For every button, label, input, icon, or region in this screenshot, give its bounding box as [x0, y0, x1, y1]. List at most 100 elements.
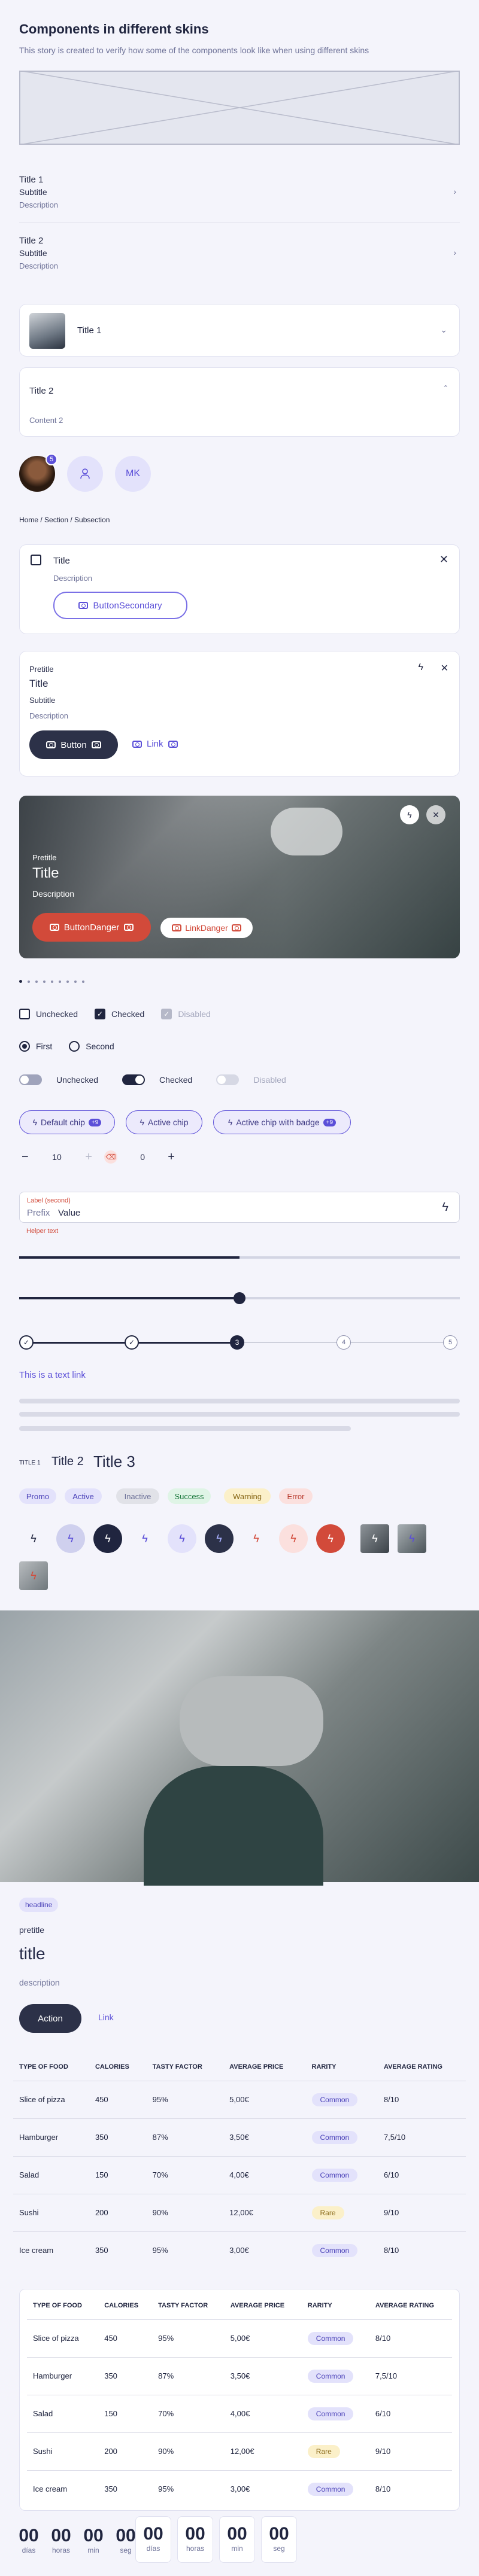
dot[interactable]: [35, 980, 38, 983]
table-cell: 3,00€: [224, 2470, 302, 2508]
card-icon: [31, 555, 41, 565]
image-placeholder: [19, 71, 460, 145]
lightning-icon[interactable]: ϟ: [442, 1201, 448, 1214]
step-complete: ✓: [125, 1335, 139, 1350]
dot[interactable]: [82, 980, 84, 983]
lightning-icon[interactable]: ϟ: [19, 1561, 48, 1590]
radio-unchecked[interactable]: [69, 1041, 80, 1052]
text-link[interactable]: This is a text link: [19, 1370, 86, 1380]
secondary-button[interactable]: ButtonSecondary: [53, 592, 187, 619]
radio-dot: [22, 1044, 27, 1049]
dot[interactable]: [59, 980, 61, 983]
table-cell: 6/10: [377, 2155, 466, 2194]
slider-thumb[interactable]: [234, 1292, 245, 1304]
switch-disabled[interactable]: [216, 1074, 240, 1085]
button-label: ButtonSecondary: [93, 600, 162, 611]
checkbox-checked[interactable]: ✓: [95, 1009, 106, 1019]
lightning-icon[interactable]: ϟ: [19, 1524, 48, 1553]
lightning-icon[interactable]: ϟ: [360, 1524, 389, 1553]
lightning-icon[interactable]: ϟ: [279, 1524, 308, 1553]
dot[interactable]: [51, 980, 53, 983]
list-row-1[interactable]: Title 1 Subtitle Description ›: [19, 175, 460, 213]
slider-track-2[interactable]: [19, 1292, 460, 1304]
plus-button[interactable]: +: [168, 1150, 175, 1164]
tag-success: Success: [168, 1488, 211, 1504]
primary-button[interactable]: Button: [29, 730, 118, 759]
slider-track-1[interactable]: [19, 1256, 460, 1259]
close-icon[interactable]: ✕: [439, 553, 448, 566]
checkbox-unchecked[interactable]: [19, 1009, 30, 1019]
table-cell: 8/10: [369, 2470, 452, 2508]
table-cell: 70%: [146, 2155, 224, 2194]
close-icon[interactable]: ✕: [426, 805, 445, 824]
vr-headset-shape: [180, 1676, 323, 1766]
lightning-icon[interactable]: ϟ: [205, 1524, 234, 1553]
dot[interactable]: [43, 980, 46, 983]
hero-image: [0, 1610, 479, 1886]
tag-warning: Warning: [224, 1488, 271, 1504]
hero-title: Title: [32, 865, 59, 881]
dot[interactable]: [74, 980, 77, 983]
pagination-dots[interactable]: [19, 980, 84, 983]
close-icon[interactable]: ✕: [441, 662, 448, 674]
table-row: Sushi 200 90% 12,00€ Rare 9/10: [13, 2193, 466, 2231]
accordion-item-2[interactable]: Title 2 ˆ Content 2: [19, 367, 460, 437]
text-field[interactable]: Label (second) Prefix Value ϟ: [19, 1192, 460, 1223]
slider-fill: [19, 1256, 240, 1259]
table-cell: Ice cream: [13, 2231, 89, 2269]
card-link[interactable]: Link: [132, 739, 178, 749]
list-row-2[interactable]: Title 2 Subtitle Description ›: [19, 236, 460, 274]
table-cell: 5,00€: [224, 2319, 302, 2357]
text-title-3: Title 3: [93, 1453, 135, 1470]
switch-unchecked[interactable]: [19, 1074, 42, 1085]
text-title-2: Title 2: [51, 1455, 84, 1468]
lightning-icon[interactable]: ϟ: [398, 1524, 426, 1553]
breadcrumb[interactable]: Home / Section / Subsection: [19, 516, 110, 524]
danger-button[interactable]: ButtonDanger: [32, 913, 151, 942]
lightning-icon[interactable]: ϟ: [168, 1524, 196, 1553]
column-header: TASTY FACTOR: [152, 2063, 202, 2070]
lightning-icon[interactable]: ϟ: [419, 662, 423, 673]
field-label: Label (second): [27, 1197, 71, 1204]
dot-active[interactable]: [19, 980, 22, 983]
camera-icon: [91, 741, 101, 748]
minus-button[interactable]: −: [22, 1150, 29, 1164]
dot[interactable]: [66, 980, 69, 983]
radio-checked[interactable]: [19, 1041, 30, 1052]
lightning-icon[interactable]: ϟ: [56, 1524, 85, 1553]
quantity-stepper-2: ⌫ 0 +: [102, 1145, 177, 1169]
checkbox-disabled[interactable]: ✓: [161, 1009, 172, 1019]
column-header: AVERAGE RATING: [383, 2063, 442, 2070]
trash-icon[interactable]: ⌫: [104, 1150, 117, 1164]
chip-default[interactable]: ϟ Default chip +9: [19, 1110, 115, 1134]
rarity-badge: Common: [307, 2407, 354, 2420]
progress-stepper: ✓ ✓ 3 4 5: [19, 1334, 460, 1351]
table-cell: 8/10: [377, 2231, 466, 2269]
chip-badge: +9: [323, 1118, 336, 1126]
table-cell: 450: [98, 2319, 153, 2357]
dot[interactable]: [28, 980, 30, 983]
checkbox-group: Unchecked ✓ Checked ✓ Disabled: [19, 1009, 211, 1019]
lightning-icon[interactable]: ϟ: [131, 1524, 159, 1553]
lightning-icon: ϟ: [32, 1118, 38, 1127]
countdown-label: seg: [273, 2544, 285, 2553]
chip-active[interactable]: ϟ Active chip: [126, 1110, 202, 1134]
highlight-link[interactable]: Link: [98, 2012, 114, 2022]
plus-button[interactable]: +: [85, 1150, 92, 1164]
accordion-item-1[interactable]: Title 1 ⌄: [19, 304, 460, 357]
chip-active-badge[interactable]: ϟ Active chip with badge +9: [213, 1110, 351, 1134]
row-description: Description: [19, 261, 59, 270]
lightning-icon[interactable]: ϟ: [400, 805, 419, 824]
lightning-icon[interactable]: ϟ: [242, 1524, 271, 1553]
switch-checked[interactable]: [122, 1074, 145, 1085]
rarity-badge: Common: [311, 2093, 358, 2106]
action-button[interactable]: Action: [19, 2004, 81, 2033]
danger-link[interactable]: LinkDanger: [160, 918, 253, 938]
table-cell: 8/10: [377, 2080, 466, 2118]
table-cell: 200: [89, 2193, 147, 2231]
table-cell: Salad: [27, 2394, 99, 2432]
lightning-icon[interactable]: ϟ: [316, 1524, 345, 1553]
column-header: AVERAGE RATING: [375, 2301, 434, 2309]
table-cell: 350: [98, 2470, 153, 2508]
lightning-icon[interactable]: ϟ: [93, 1524, 122, 1553]
